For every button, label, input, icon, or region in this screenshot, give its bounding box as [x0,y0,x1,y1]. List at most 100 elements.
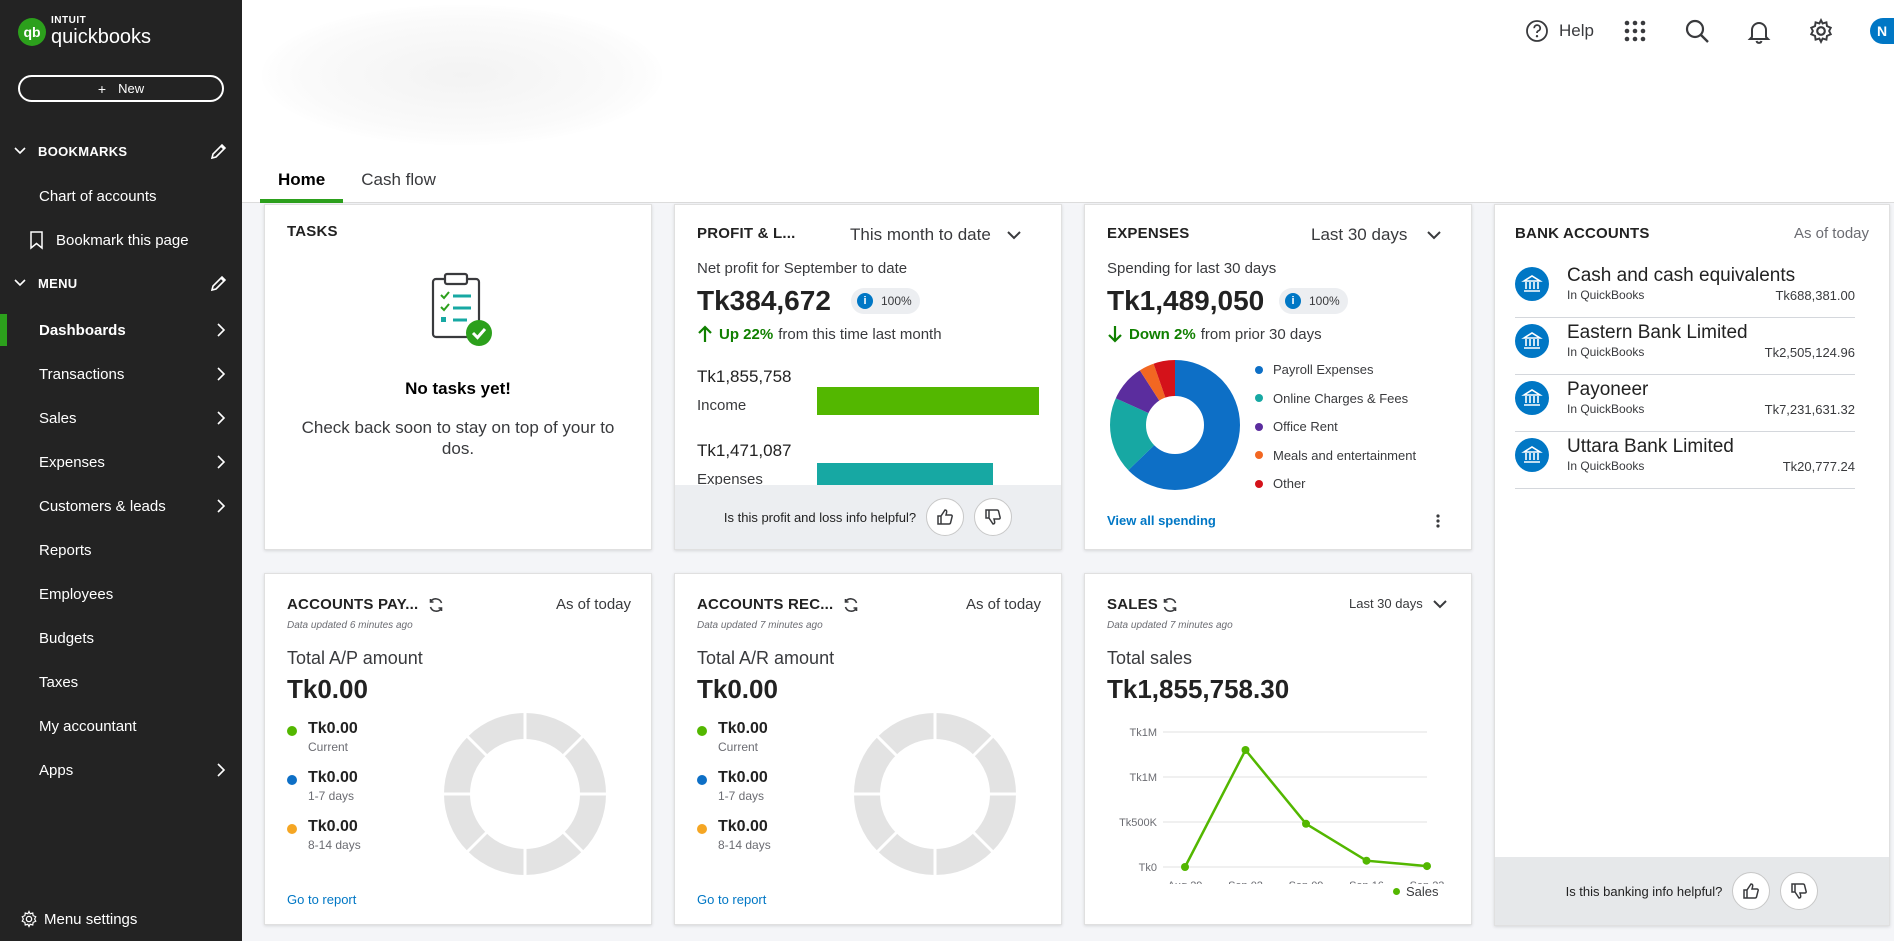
accuracy-pill[interactable]: i 100% [1279,288,1348,314]
new-button[interactable]: + New [18,75,224,102]
ar-go-to-report-link[interactable]: Go to report [697,892,766,907]
chevron-right-icon [217,455,226,469]
chevron-down-icon [1427,231,1442,240]
edit-menu-pencil-icon[interactable] [210,274,228,292]
tab-cash-flow[interactable]: Cash flow [343,165,454,203]
expenses-legend-item[interactable]: Online Charges & Fees [1255,391,1408,406]
bookmark-chart-of-accounts[interactable]: Chart of accounts [0,176,242,216]
thumbs-down-button[interactable] [1780,872,1819,910]
more-options-icon[interactable] [1435,513,1441,529]
bucket-amount: Tk0.00 [308,818,358,835]
sidebar: qb INTUIT quickbooks + New BOOKMARKS Cha… [0,0,242,941]
sidebar-item-label: Apps [39,761,74,779]
expenses-legend-item[interactable]: Meals and entertainment [1255,448,1416,463]
sidebar-item-apps[interactable]: Apps [0,750,242,790]
sidebar-item-my-accountant[interactable]: My accountant [0,706,242,746]
refresh-icon[interactable] [843,597,859,613]
y-tick-label: Tk500K [1119,817,1158,829]
period-dropdown[interactable]: This month to date [850,225,1021,245]
sales-data-point[interactable] [1423,862,1431,871]
bucket-color-dot [697,824,707,834]
bank-account-row[interactable]: Cash and cash equivalents In QuickBooks Tk… [1515,261,1855,318]
sidebar-item-customers-leads[interactable]: Customers & leads [0,486,242,526]
apps-grid-icon[interactable] [1622,18,1648,44]
sales-data-point[interactable] [1362,856,1371,865]
quickbooks-logo-icon: qb [18,17,46,46]
legend-label: Payroll Expenses [1273,362,1374,377]
bank-building-icon [1515,438,1549,472]
expenses-period-dropdown[interactable]: Last 30 days [1311,225,1442,245]
bank-account-name: Uttara Bank Limited [1567,436,1734,457]
expenses-legend-item[interactable]: Office Rent [1255,419,1338,434]
chevron-right-icon [217,411,226,425]
bookmark-label: Bookmark this page [56,231,189,249]
bookmark-this-page[interactable]: Bookmark this page [0,220,242,260]
chevron-down-icon [1007,231,1021,240]
chevron-down-icon [14,279,26,287]
banking-feedback: Is this banking info helpful? [1495,857,1889,925]
bank-account-row[interactable]: Uttara Bank Limited In QuickBooks Tk20,777… [1515,432,1855,489]
ap-go-to-report-link[interactable]: Go to report [287,892,356,907]
bucket-amount: Tk0.00 [718,720,768,737]
sidebar-item-sales[interactable]: Sales [0,398,242,438]
bucket-color-dot [287,726,297,736]
accounts-receivable-header: ACCOUNTS REC... [697,596,859,613]
view-all-spending-link[interactable]: View all spending [1107,513,1216,528]
sidebar-item-budgets[interactable]: Budgets [0,618,242,658]
brand-name: quickbooks [51,26,152,48]
sales-data-point[interactable] [1181,863,1189,871]
expenses-legend-item[interactable]: Other [1255,476,1306,491]
sidebar-item-dashboards[interactable]: Dashboards [0,310,242,350]
sidebar-item-expenses[interactable]: Expenses [0,442,242,482]
accounts-payable-card: ACCOUNTS PAY... As of today Data updated… [264,573,652,925]
menu-section-header[interactable]: MENU [0,268,242,298]
bank-account-row[interactable]: Eastern Bank Limited In QuickBooks Tk2,505… [1515,318,1855,375]
spending-subtitle: Spending for last 30 days [1107,260,1277,277]
bookmarks-section-header[interactable]: BOOKMARKS [0,136,242,166]
help-button[interactable]: Help [1525,19,1594,43]
y-tick-label: Tk0 [1139,862,1157,874]
sidebar-item-taxes[interactable]: Taxes [0,662,242,702]
sales-line-chart[interactable]: Tk0 Tk500K Tk1M Tk1M Aug 29 Sep 02 Sep 09 Sep 1… [1085,714,1471,884]
sales-total: Tk1,855,758.30 [1107,674,1290,704]
notifications-bell-icon[interactable] [1746,18,1772,44]
sales-period-dropdown[interactable]: Last 30 days [1349,596,1447,611]
profit-loss-card: PROFIT & L... This month to date Net pro… [674,204,1062,550]
search-icon[interactable] [1684,18,1710,44]
settings-gear-icon[interactable] [1808,18,1834,44]
info-icon: i [857,293,873,309]
period-value: Last 30 days [1311,225,1408,244]
refresh-icon[interactable] [1162,597,1178,613]
sales-legend: Sales [1393,884,1439,899]
ar-data-updated: Data updated 7 minutes ago [697,620,823,631]
sales-data-point[interactable] [1302,819,1310,828]
sidebar-item-reports[interactable]: Reports [0,530,242,570]
sales-legend-label: Sales [1406,884,1439,899]
thumbs-down-button[interactable] [974,498,1013,536]
tab-home[interactable]: Home [260,165,344,203]
bucket-amount: Tk0.00 [308,769,358,786]
quickbooks-logo[interactable]: qb INTUIT quickbooks [18,16,151,47]
user-avatar[interactable]: N [1870,18,1894,44]
period-value: Last 30 days [1349,596,1423,611]
edit-bookmarks-pencil-icon[interactable] [210,142,228,160]
help-icon [1526,20,1548,42]
bank-account-source: In QuickBooks [1567,345,1645,359]
menu-settings-link[interactable]: Menu settings [20,910,137,928]
thumbs-up-button[interactable] [926,498,965,536]
sales-data-point[interactable] [1241,746,1250,754]
bank-glyph [1521,446,1543,463]
sales-title: SALES [1107,596,1159,613]
income-bar[interactable] [817,387,1039,415]
thumbs-up-button[interactable] [1732,872,1771,910]
accuracy-pill[interactable]: i 100% [851,288,920,314]
sidebar-item-transactions[interactable]: Transactions [0,354,242,394]
tasks-card: TASKS No tasks yet! Check back soon to s… [264,204,652,550]
expenses-donut-chart[interactable] [1107,357,1243,493]
sidebar-item-employees[interactable]: Employees [0,574,242,614]
bank-account-row[interactable]: Payoneer In QuickBooks Tk7,231,631.32 [1515,375,1855,432]
bank-account-name: Payoneer [1567,379,1649,400]
bookmark-icon [30,230,43,250]
expenses-legend-item[interactable]: Payroll Expenses [1255,362,1373,377]
refresh-icon[interactable] [428,597,444,613]
